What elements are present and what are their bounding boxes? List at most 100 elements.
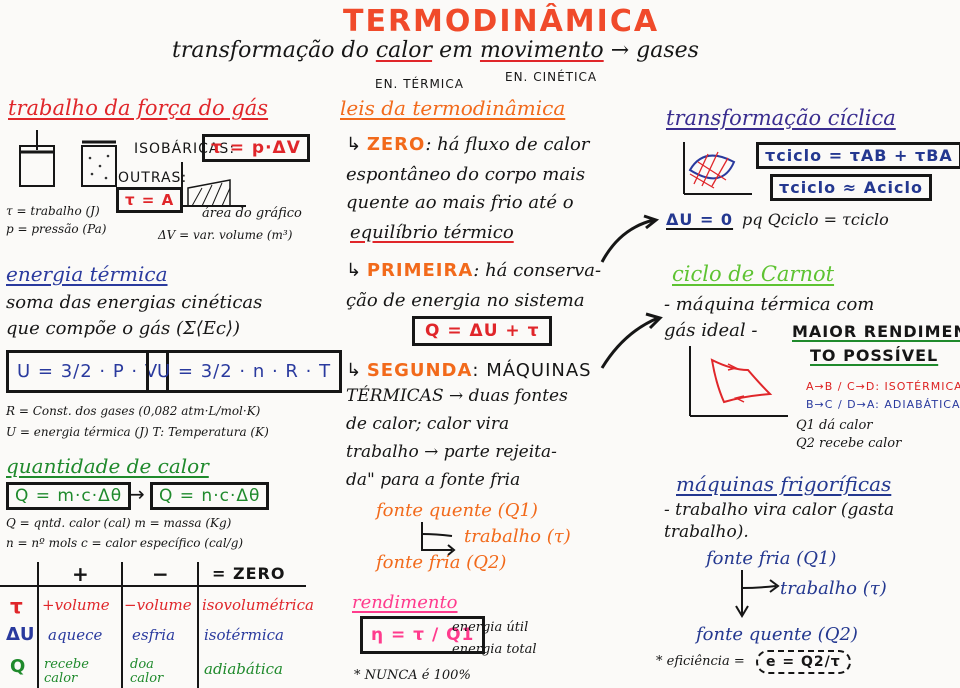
frigorificas-line1: - trabalho vira calor (gasta <box>664 500 895 520</box>
frigorificas-trabalho: trabalho (τ) <box>780 578 887 599</box>
lei-zero-label: ZERO <box>366 134 426 155</box>
arrow-icon: ↳ <box>346 360 362 381</box>
lei-primeira: ↳ PRIMEIRA: há conserva- <box>346 260 601 281</box>
subtitle-movimento: movimento <box>479 38 604 63</box>
table-header-plus: + <box>72 562 90 586</box>
lei-segunda-text-4: trabalho → parte rejeita- <box>346 442 557 462</box>
carnot-line2: gás ideal - <box>664 320 758 341</box>
subtitle-post: → gases <box>610 38 699 63</box>
frigorificas-line2: trabalho). <box>664 522 749 542</box>
table-row-tau-symbol: τ <box>10 594 23 618</box>
formula-q-nc: Q = n·c·Δθ <box>150 482 270 510</box>
formula-eficiencia: e = Q2/τ <box>756 650 851 674</box>
lei-primeira-label: PRIMEIRA <box>366 260 474 281</box>
page-subtitle: transformação do calor em movimento → ga… <box>172 38 699 63</box>
rendimento-total: energia total <box>452 642 537 657</box>
tau-def: τ = trabalho (J) <box>6 204 100 218</box>
carnot-iso: A→B / C→D: ISOTÉRMICA <box>806 380 960 393</box>
frigorificas-arrows <box>735 570 780 618</box>
lei-segunda-label: SEGUNDA <box>366 360 473 381</box>
trabalho-title: trabalho da força do gás <box>8 96 269 120</box>
arrow-icon: ↳ <box>346 260 362 281</box>
arrow-to-carnot <box>600 312 663 369</box>
table-row-tau-zero: isovolumétrica <box>202 596 314 614</box>
lei-primeira-text-2: ção de energia no sistema <box>346 290 585 311</box>
table-row-q-zero: adiabática <box>204 660 283 678</box>
table-row-du-plus: aquece <box>48 626 103 644</box>
formula-isobarica: τ = p·ΔV <box>202 134 310 162</box>
table-row-du-zero: isotérmica <box>204 626 284 644</box>
subtitle-pre: transformação do <box>172 38 369 63</box>
lei-segunda-text-2: TÉRMICAS → duas fontes <box>346 386 568 406</box>
piston-diagram <box>19 130 117 187</box>
label-en-cinetica: EN. CINÉTICA <box>505 70 598 84</box>
table-row-q-plus: recebe calor <box>44 657 89 686</box>
quantidade-def2: n = nº mols c = calor específico (cal/g) <box>6 536 244 550</box>
carnot-adia: B→C / D→A: ADIABÁTICA <box>806 398 960 411</box>
lei-segunda-text-3: de calor; calor vira <box>346 414 510 434</box>
table-row-q-minus: doa calor <box>130 657 164 686</box>
table-row-du-symbol: ΔU <box>6 624 35 645</box>
lei-fonte-fria: fonte fria (Q2) <box>376 552 507 573</box>
lei-zero-text-1: : há fluxo de calor <box>425 134 590 155</box>
arrow-to-ciclica <box>600 214 660 263</box>
quantidade-def1: Q = qntd. calor (cal) m = massa (Kg) <box>6 516 232 530</box>
lei-segunda-text-1: : MÁQUINAS <box>472 360 592 381</box>
delta-u-text: pq Qciclo = τciclo <box>742 210 889 229</box>
delta-u-zero: ΔU = 0 <box>666 210 734 229</box>
leis-title: leis da termodinâmica <box>340 96 566 120</box>
quantidade-title: quantidade de calor <box>6 454 209 478</box>
subtitle-calor: calor <box>375 38 433 63</box>
energia-line2: que compõe o gás (Σ⟨Ec⟩) <box>6 318 241 339</box>
lei-fonte-quente: fonte quente (Q1) <box>376 500 538 521</box>
formula-primeira-lei: Q = ΔU + τ <box>412 316 553 346</box>
frigorificas-fonte-fria: fonte fria (Q1) <box>706 548 837 569</box>
lei-trabalho: trabalho (τ) <box>464 526 571 547</box>
table-header-zero: = ZERO <box>212 564 286 583</box>
lei-segunda-text-5: da" para a fonte fria <box>346 470 521 490</box>
carnot-maior-2: TO POSSÍVEL <box>810 346 939 365</box>
table-row-q-symbol: Q <box>10 656 26 677</box>
rendimento-title: rendimento <box>352 592 458 613</box>
arrow-icon: ↳ <box>346 134 362 155</box>
lei-zero-text-3: quente ao mais frio até o <box>346 192 574 213</box>
lei-zero-text-4: equilíbrio térmico <box>350 222 514 243</box>
carnot-title: ciclo de Carnot <box>672 262 835 286</box>
frigorificas-eficiencia: * eficiência = <box>656 654 745 669</box>
pv-graph-isobaric <box>181 162 246 207</box>
table-row-tau-minus: −volume <box>124 596 192 614</box>
subtitle-em: em <box>439 38 473 63</box>
ciclica-title: transformação cíclica <box>666 106 896 130</box>
p-def: p = pressão (Pa) <box>6 222 107 236</box>
table-header-minus: − <box>152 562 170 586</box>
lei-primeira-text-1: : há conserva- <box>473 260 602 281</box>
table-row-du-minus: esfria <box>132 626 176 644</box>
energia-title: energia térmica <box>6 262 168 286</box>
frigorificas-title: máquinas frigoríficas <box>676 472 892 496</box>
area-label: área do gráfico <box>202 206 302 221</box>
label-en-termica: EN. TÉRMICA <box>375 77 464 91</box>
energia-line1: soma das energias cinéticas <box>6 292 263 313</box>
dv-def: ΔV = var. volume (m³) <box>158 228 293 242</box>
formula-u-pv: U = 3/2 · P · V <box>6 350 170 393</box>
rendimento-nunca: * NUNCA é 100% <box>354 668 471 683</box>
formula-q-mc: Q = m·c·Δθ <box>6 482 132 510</box>
lei-zero: ↳ ZERO: há fluxo de calor <box>346 134 589 155</box>
quantidade-arrow: → <box>128 482 145 506</box>
carnot-q1: Q1 dá calor <box>796 418 873 433</box>
u-def: U = energia térmica (J) T: Temperatura (… <box>6 425 269 439</box>
formula-u-nrt: U = 3/2 · n · R · T <box>146 350 343 393</box>
rendimento-util: energia útil <box>452 620 529 635</box>
table-row-tau-plus: +volume <box>42 596 110 614</box>
carnot-line1: - máquina térmica com <box>664 294 875 315</box>
frigorificas-fonte-quente: fonte quente (Q2) <box>696 624 858 645</box>
lei-segunda: ↳ SEGUNDA: MÁQUINAS <box>346 360 592 381</box>
cyclic-pv-graph <box>683 142 752 195</box>
carnot-maior-1: MAIOR RENDIMEN <box>792 322 960 341</box>
r-def: R = Const. dos gases (0,082 atm·L/mol·K) <box>6 404 261 418</box>
formula-tau-area: τciclo ≈ Aciclo <box>770 174 932 201</box>
lei-zero-text-2: espontâneo do corpo mais <box>346 164 586 185</box>
page-title: TERMODINÂMICA <box>343 4 660 39</box>
formula-tau-ciclo: τciclo = τAB + τBA <box>756 142 960 169</box>
carnot-pv-graph <box>689 346 788 417</box>
